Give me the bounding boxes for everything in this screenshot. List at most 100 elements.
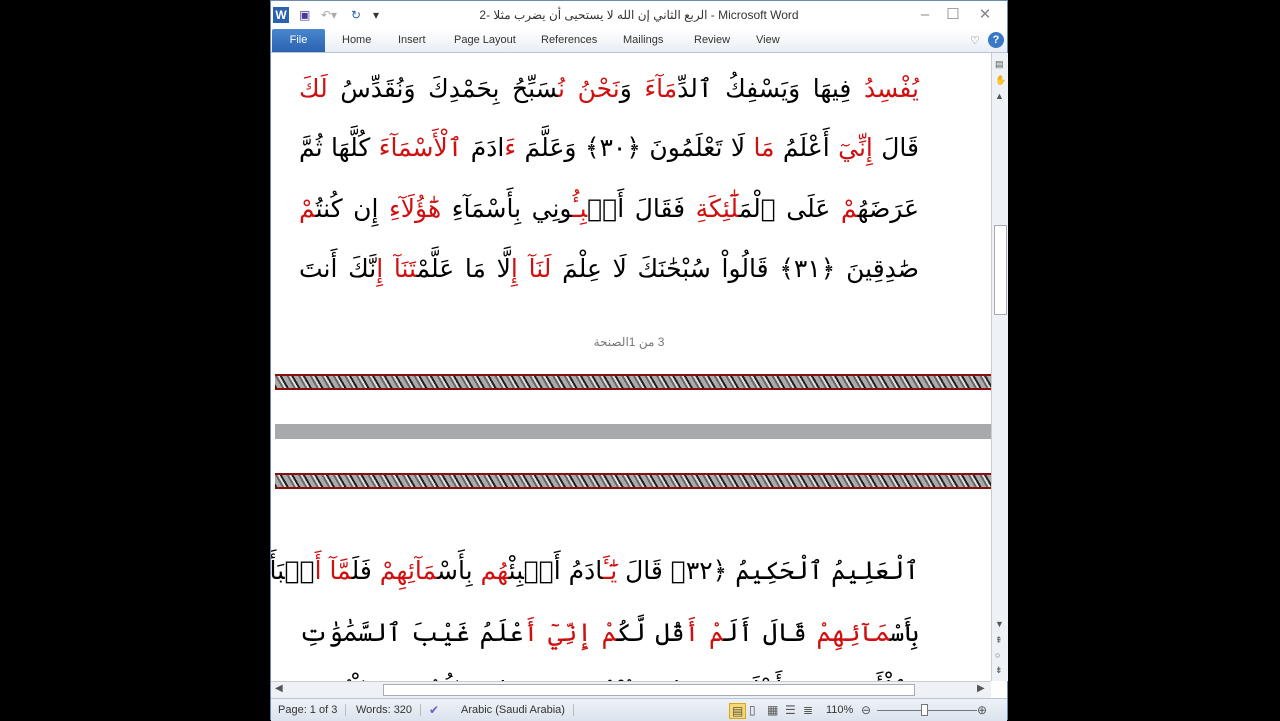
web-layout-icon[interactable]: ▦ — [767, 703, 778, 717]
verse-segment-highlighted: لَكَ — [299, 74, 328, 103]
verse-segment: قُل لَّكُ — [616, 618, 685, 647]
verse-segment-highlighted: مَآئِهِمْ — [379, 556, 437, 585]
verse-segment: لَّا مَا عَلَّمْ — [416, 254, 511, 283]
verse-segment-highlighted: ٱلْأَسْمَآءَ — [378, 133, 463, 162]
title-bar: W ▣ ↶▾ ↻ ▾ الربع الثاني إن الله لا يستحي… — [271, 1, 1007, 29]
tab-view[interactable]: View — [756, 34, 780, 46]
verse-segment: ادَمَ — [462, 133, 505, 162]
verse-segment: قَالَ أَلَ — [723, 618, 817, 647]
verse-segment-highlighted: مْ — [299, 194, 316, 223]
save-icon[interactable]: ▣ — [299, 7, 310, 23]
word-count[interactable]: Words: 320 — [356, 704, 422, 716]
language-indicator[interactable]: Arabic (Saudi Arabia) — [461, 704, 574, 716]
window-title: الربع الثاني إن الله لا يستحيى أن يضرب م… — [479, 8, 799, 22]
page-footer: 3 من 1الصنحة — [593, 335, 665, 349]
vertical-scroll-thumb[interactable] — [994, 225, 1007, 315]
vertical-scrollbar[interactable]: ▤ ✋ ▲ ▼ ⇞ ○ ⇟ — [991, 53, 1008, 681]
verse-segment: كُلَّهَا ثُمَّ — [299, 133, 379, 162]
verse-segment: بِأَسْ — [437, 556, 481, 585]
verse-line: قَالَ إِنِّيٓ أَعْلَمُ مَا لَا تَعْلَمُو… — [299, 128, 919, 168]
ribbon-tabs: File Home Insert Page Layout References … — [271, 29, 1007, 53]
horizontal-scroll-thumb[interactable] — [383, 684, 915, 696]
undo-icon[interactable]: ↶▾ — [321, 7, 337, 23]
expand-ribbon-icon[interactable]: ♡ — [970, 34, 980, 47]
verse-segment: صَٰدِقِينَ ﴿٣١﴾ قَالُواْ سُبْحَٰنَكَ لَا… — [551, 254, 919, 283]
verse-segment — [518, 254, 529, 283]
tab-references[interactable]: References — [541, 34, 597, 46]
verse-segment: فَلَ — [351, 556, 380, 585]
verse-line: بِأَسْمَآئِهِمْ قَالَ أَلَمْ أَقُل لَّكُ… — [299, 613, 919, 653]
next-page-icon[interactable]: ⇟ — [995, 665, 1003, 676]
tab-file[interactable]: File — [272, 29, 325, 52]
redo-icon[interactable]: ↻ — [351, 7, 361, 23]
scroll-right-icon[interactable]: ▶ — [977, 683, 985, 694]
verse-segment-highlighted: هَٰٓؤُلَآءِ — [389, 194, 442, 223]
verse-segment-highlighted: يُفْسِدُ — [863, 74, 920, 103]
horizontal-scrollbar[interactable]: ◀ ▶ — [271, 681, 991, 698]
verse-segment-highlighted: لَنَآ — [528, 254, 552, 283]
verse-segment: إِن كُنتُ — [315, 194, 390, 223]
verse-segment: ونِي بِأَسْمَآءِ — [441, 194, 573, 223]
verse-segment-highlighted: نَحْنُ نُ — [558, 74, 620, 103]
verse-segment: عَلَى ٱلْمَ — [738, 194, 841, 223]
verse-segment: قَالَ — [872, 133, 919, 162]
verse-segment: سَبِّحُ بِحَمْدِكَ وَنُقَدِّسُ — [327, 74, 559, 103]
scroll-left-icon[interactable]: ◀ — [275, 683, 283, 694]
verse-segment-highlighted: لَٰٓئِكَةِ — [695, 194, 739, 223]
word-logo-icon: W — [273, 7, 289, 23]
outline-icon[interactable]: ☰ — [785, 703, 796, 717]
verse-segment-highlighted: تَنَآ — [393, 254, 417, 283]
verse-line: عَرَضَهُمْ عَلَى ٱلْمَلَٰٓئِكَةِ فَقَالَ… — [299, 189, 919, 229]
status-bar: Page: 1 of 3 Words: 320 ✔ Arabic (Saudi … — [271, 698, 1007, 721]
page-border-top — [275, 473, 991, 489]
verse-segment-highlighted: مَآءَ — [644, 74, 678, 103]
verse-segment-highlighted: إِنِّيٓ — [838, 133, 873, 162]
customize-qat-icon[interactable]: ▾ — [373, 7, 379, 23]
verse-segment: عْلَمُ غَيْبَ ٱلسَّمَٰوَٰتِ — [299, 618, 524, 647]
print-layout-icon[interactable]: ▤ — [729, 703, 747, 719]
verse-line: يُفْسِدُ فِيهَا وَيَسْفِكُ ٱلدِّمَآءَ وَ… — [299, 69, 919, 109]
verse-segment: ٱلْعَلِيمُ ٱلْحَكِيمُ ﴿٣٢﴾ قَالَ — [617, 556, 919, 585]
maximize-button[interactable]: ☐ — [939, 5, 967, 25]
verse-segment-highlighted: بِـُٔ — [572, 194, 588, 223]
scroll-up-icon[interactable]: ▲ — [995, 91, 1004, 101]
proofing-icon[interactable]: ✔ — [429, 703, 439, 717]
minimize-button[interactable]: – — [911, 5, 939, 25]
verse-segment: ادَمُ أَنۢبِئْ — [508, 556, 603, 585]
zoom-level[interactable]: 110% — [826, 704, 861, 716]
verse-segment-highlighted: مْ — [840, 194, 858, 223]
document-area: يُفْسِدُ فِيهَا وَيَسْفِكُ ٱلدِّمَآءَ وَ… — [271, 53, 991, 681]
zoom-out-icon[interactable]: ⊖ — [861, 703, 871, 717]
tab-page-layout[interactable]: Page Layout — [454, 34, 516, 46]
verse-segment-highlighted: مَا — [753, 133, 775, 162]
verse-segment: لَا تَعْلَمُونَ ﴿٣٠﴾ وَعَلَّمَ — [516, 133, 754, 162]
page-count[interactable]: Page: 1 of 3 — [278, 704, 347, 716]
verse-segment: وَ — [619, 74, 645, 103]
draft-icon[interactable]: ≣ — [803, 703, 813, 717]
verse-segment-highlighted: مَآئِهِمْ — [816, 618, 890, 647]
browse-object-icon[interactable]: ○ — [995, 650, 1000, 660]
verse-segment: فِيهَا وَيَسْفِكُ ٱلدِّ — [677, 74, 864, 103]
verse-segment: بِأَسْ — [889, 618, 919, 647]
verse-segment: عَرَضَهُ — [857, 194, 920, 223]
verse-segment-highlighted: مْ أَ — [684, 618, 724, 647]
verse-segment: نَّكَ أَنتَ — [299, 254, 377, 283]
full-screen-reading-icon[interactable]: ▯ — [749, 703, 756, 717]
tab-review[interactable]: Review — [694, 34, 730, 46]
zoom-slider-thumb[interactable] — [921, 704, 928, 716]
close-button[interactable]: ✕ — [971, 5, 999, 25]
zoom-in-icon[interactable]: ⊕ — [977, 703, 987, 717]
hand-icon[interactable]: ✋ — [995, 75, 1006, 86]
verse-segment-highlighted: يَٰٓـَٔ — [602, 556, 618, 585]
verse-segment-highlighted: هُم — [480, 556, 509, 585]
tab-home[interactable]: Home — [342, 34, 371, 46]
tab-mailings[interactable]: Mailings — [623, 34, 663, 46]
scroll-down-icon[interactable]: ▼ — [995, 619, 1004, 629]
ruler-toggle-icon[interactable]: ▤ — [995, 59, 1004, 70]
verse-line: وَٱلْأَرْضِ وَأَعْلَمُ مَا تُبْدُونَ وَم… — [299, 671, 919, 681]
help-icon[interactable]: ? — [988, 32, 1004, 48]
verse-segment: فَقَالَ أَنۢ — [587, 194, 696, 223]
verse-segment: أَعْلَمُ — [774, 133, 839, 162]
previous-page-icon[interactable]: ⇞ — [995, 635, 1003, 646]
tab-insert[interactable]: Insert — [398, 34, 426, 46]
